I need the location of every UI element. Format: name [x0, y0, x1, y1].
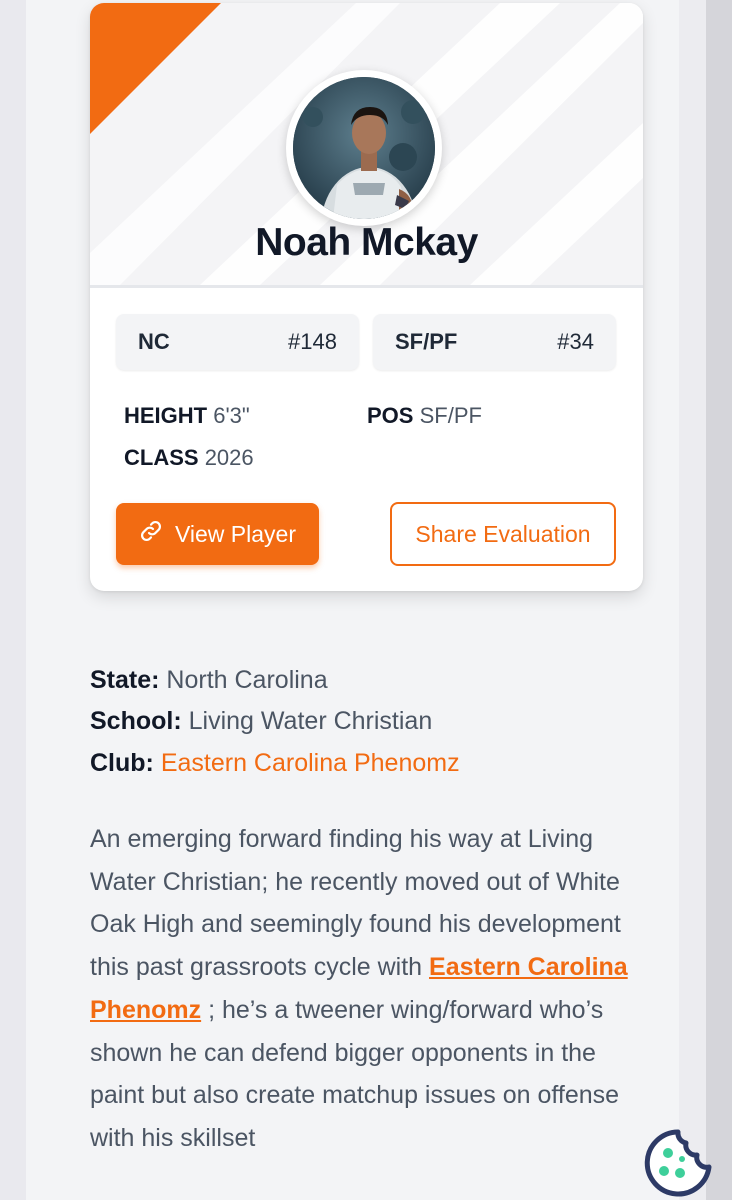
- player-bio: An emerging forward finding his way at L…: [90, 818, 650, 1160]
- player-avatar: [286, 70, 442, 226]
- link-icon: [139, 519, 163, 549]
- share-evaluation-label: Share Evaluation: [415, 520, 591, 547]
- player-photo: [293, 77, 435, 219]
- pos-label: POS: [367, 403, 414, 428]
- state-rank-chip: NC #148: [116, 314, 359, 370]
- card-header: Noah Mckay: [90, 3, 643, 285]
- class-value: 2026: [204, 445, 254, 470]
- height-value: 6'3": [213, 403, 250, 428]
- position-attribute: POS SF/PF: [367, 403, 482, 429]
- state-code: NC: [138, 329, 170, 354]
- height-label: HEIGHT: [124, 403, 208, 428]
- share-evaluation-button[interactable]: Share Evaluation: [390, 502, 616, 566]
- club-label: Club:: [90, 749, 154, 777]
- position-rank: #34: [557, 329, 594, 354]
- view-player-label: View Player: [174, 520, 297, 547]
- class-label: CLASS: [124, 445, 199, 470]
- club-detail: Club: Eastern Carolina Phenomz: [90, 749, 460, 778]
- scroll-gutter: [706, 0, 732, 1200]
- state-detail: State: North Carolina: [90, 666, 328, 695]
- class-attribute: CLASS 2026: [124, 445, 254, 471]
- position-rank-chip: SF/PF #34: [373, 314, 616, 370]
- cookie-icon[interactable]: [642, 1127, 714, 1199]
- card-divider: [90, 285, 643, 288]
- school-detail: School: Living Water Christian: [90, 707, 432, 736]
- position-code: SF/PF: [395, 329, 458, 354]
- height-attribute: HEIGHT 6'3": [124, 403, 250, 429]
- state-label: State:: [90, 666, 160, 694]
- state-value: North Carolina: [166, 666, 328, 694]
- school-label: School:: [90, 707, 182, 735]
- player-card: Noah Mckay NC #148 SF/PF #34 HEIGHT 6'3"…: [90, 3, 643, 591]
- club-link[interactable]: Eastern Carolina Phenomz: [161, 749, 460, 777]
- player-name: Noah Mckay: [255, 221, 478, 264]
- pos-value: SF/PF: [419, 403, 482, 428]
- state-rank: #148: [288, 329, 337, 354]
- view-player-button[interactable]: View Player: [116, 503, 319, 565]
- page-gutter: [679, 0, 706, 1200]
- school-value: Living Water Christian: [188, 707, 433, 735]
